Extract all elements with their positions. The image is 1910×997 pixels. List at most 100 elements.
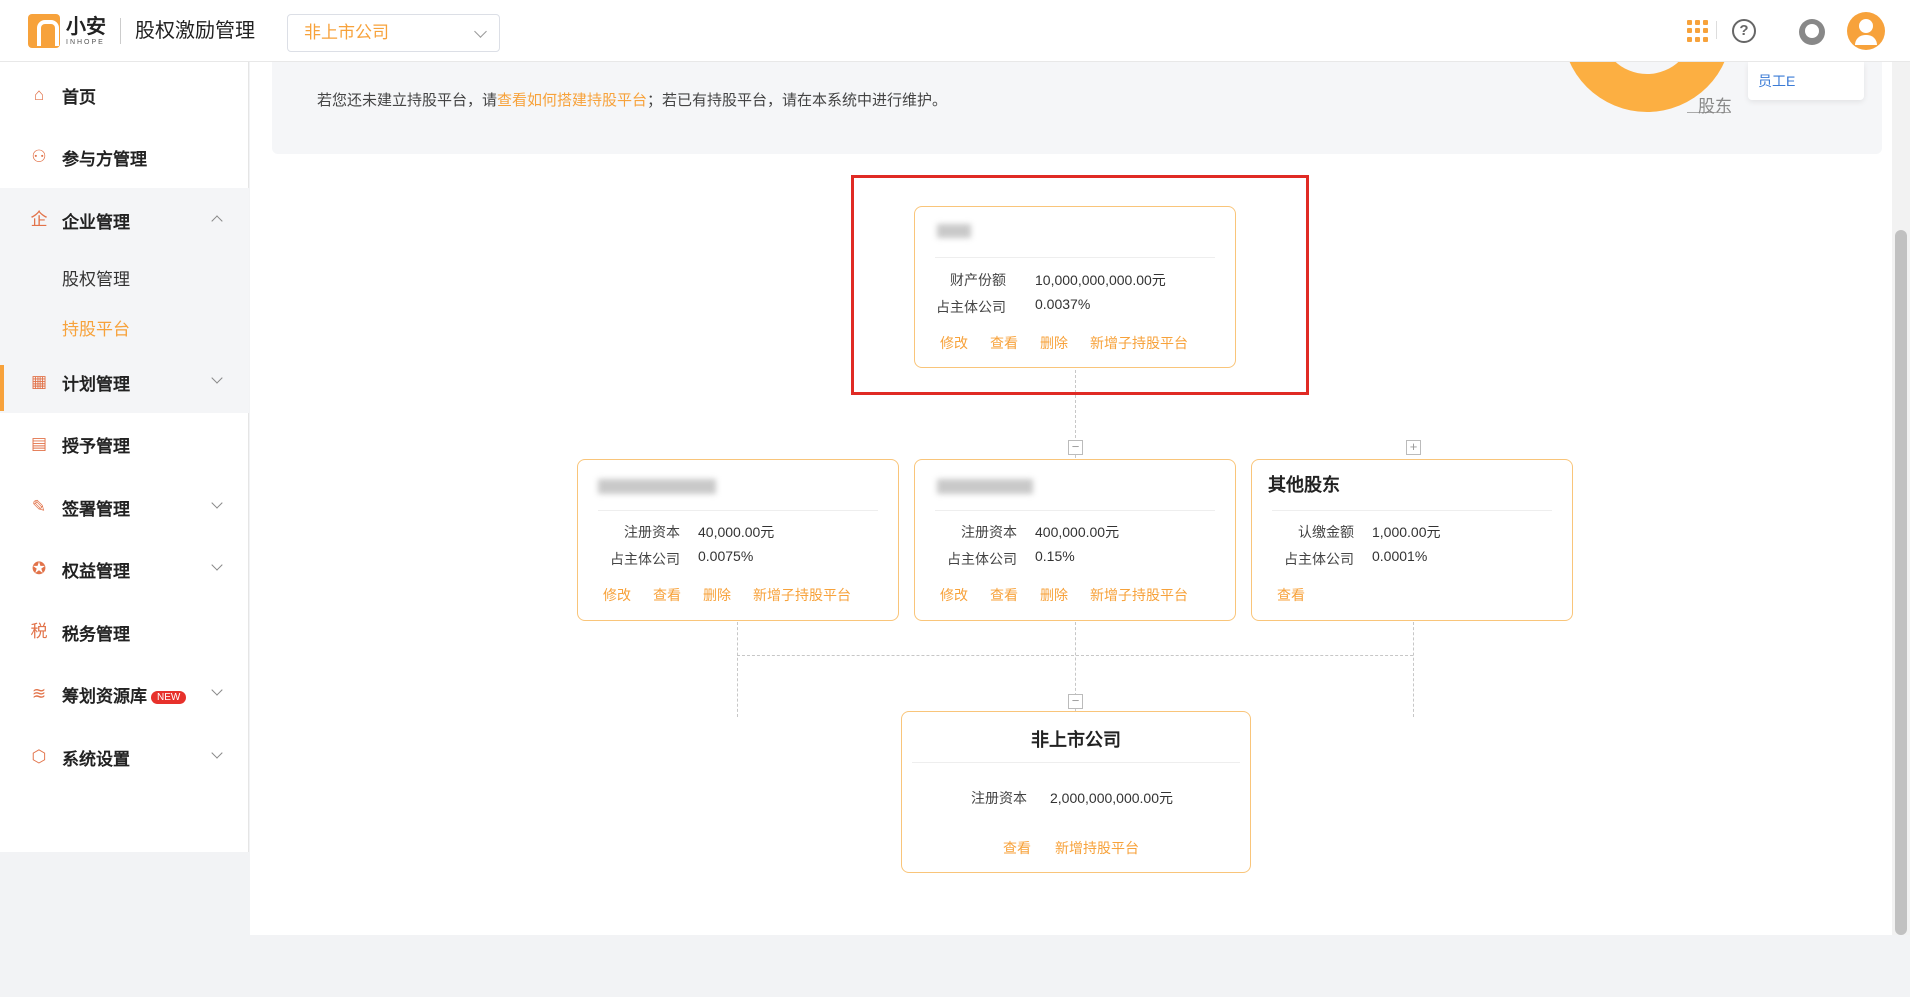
logo-subtext: INHOPE xyxy=(66,38,105,46)
sign-icon: ✎ xyxy=(31,497,47,516)
field-value: 0.15% xyxy=(1035,548,1075,564)
system-title: 股权激励管理 xyxy=(120,18,255,44)
plan-icon: ▦ xyxy=(30,372,48,391)
platform-card: 注册资本 40,000.00元 占主体公司 0.0075% 修改 查看 删除 新… xyxy=(577,459,899,621)
sidebar-subitem-equity[interactable]: 股权管理 xyxy=(62,265,130,290)
field-label: 占主体公司 xyxy=(947,551,1017,567)
platform-card: 注册资本 400,000.00元 占主体公司 0.15% 修改 查看 删除 新增… xyxy=(914,459,1236,621)
edit-button[interactable]: 修改 xyxy=(940,585,968,605)
sidebar-item-tax[interactable]: 税 税务管理 xyxy=(0,607,249,657)
help-icon[interactable]: ? xyxy=(1732,19,1756,43)
card-title: 其他股东 xyxy=(1268,475,1340,495)
add-platform-button[interactable]: 新增持股平台 xyxy=(1055,838,1139,858)
card-title: 非上市公司 xyxy=(1031,730,1121,750)
field-value: 40,000.00元 xyxy=(698,524,775,540)
sidebar-item-label: 系统设置 xyxy=(62,749,130,769)
sidebar-item-label: 授予管理 xyxy=(62,436,130,456)
connector xyxy=(1413,622,1414,717)
delete-button[interactable]: 删除 xyxy=(1040,585,1068,605)
collapse-toggle-icon[interactable]: − xyxy=(1068,440,1083,455)
customer-service-icon[interactable] xyxy=(1799,19,1825,45)
sidebar-subitem-holding-platform[interactable]: 持股平台 xyxy=(62,315,130,340)
grant-icon: ▤ xyxy=(30,434,48,453)
chart-tooltip: 员工E xyxy=(1748,62,1864,100)
sidebar-item-sign[interactable]: ✎ 签署管理 xyxy=(0,482,249,532)
notice-panel: 若您还未建立持股平台，请查看如何搭建持股平台；若已有持股平台，请在本系统中进行维… xyxy=(272,0,1882,154)
field-value: 0.0075% xyxy=(698,548,754,564)
sidebar-item-text: 筹划资源库 xyxy=(62,686,147,706)
chevron-down-icon xyxy=(211,372,223,384)
scrollbar-thumb[interactable] xyxy=(1895,230,1907,935)
field-value: 0.0001% xyxy=(1372,548,1428,564)
edit-button[interactable]: 修改 xyxy=(603,585,631,605)
sidebar-item-label: 企业管理 xyxy=(62,212,130,232)
highlight-box xyxy=(851,175,1309,395)
card-actions: 修改 查看 删除 新增子持股平台 xyxy=(940,585,1188,605)
field-label: 注册资本 xyxy=(971,790,1027,806)
card-divider xyxy=(935,510,1215,511)
collapse-toggle-icon[interactable]: − xyxy=(1068,694,1083,709)
add-sub-platform-button[interactable]: 新增子持股平台 xyxy=(1090,585,1188,605)
field-label: 占主体公司 xyxy=(1284,551,1354,567)
home-icon: ⌂ xyxy=(33,85,45,104)
logo-icon xyxy=(28,14,60,48)
view-button[interactable]: 查看 xyxy=(1277,585,1305,605)
add-sub-platform-button[interactable]: 新增子持股平台 xyxy=(753,585,851,605)
apps-grid-icon[interactable] xyxy=(1687,20,1709,42)
view-button[interactable]: 查看 xyxy=(653,585,681,605)
how-to-build-platform-link[interactable]: 查看如何搭建持股平台 xyxy=(497,92,647,109)
view-button[interactable]: 查看 xyxy=(1003,838,1031,858)
sidebar-item-participants[interactable]: ⚇ 参与方管理 xyxy=(0,132,249,182)
sidebar-item-label: 计划管理 xyxy=(62,374,130,394)
notice-text-after: ；若已有持股平台，请在本系统中进行维护。 xyxy=(647,92,948,109)
sidebar-item-label: 签署管理 xyxy=(62,499,130,519)
view-button[interactable]: 查看 xyxy=(990,585,1018,605)
sidebar-item-label: 税务管理 xyxy=(62,624,130,644)
card-actions: 修改 查看 删除 新增子持股平台 xyxy=(603,585,851,605)
chevron-down-icon xyxy=(211,497,223,509)
card-divider xyxy=(598,510,878,511)
expand-toggle-icon[interactable]: + xyxy=(1406,440,1421,455)
company-select[interactable]: 非上市公司 xyxy=(287,14,500,52)
chevron-down-icon xyxy=(211,684,223,696)
field-value: 1,000.00元 xyxy=(1372,524,1441,540)
sidebar-item-equity-rights[interactable]: ✪ 权益管理 xyxy=(0,544,249,594)
divider xyxy=(1716,21,1717,39)
sidebar-footer-area xyxy=(0,852,249,997)
redacted-name xyxy=(937,479,1033,494)
card-actions: 查看 xyxy=(1277,585,1305,605)
sidebar-item-settings[interactable]: ⬡ 系统设置 xyxy=(0,732,249,782)
field-value: 400,000.00元 xyxy=(1035,524,1120,540)
users-icon: ⚇ xyxy=(31,147,47,166)
settings-icon: ⬡ xyxy=(31,747,47,766)
logo[interactable]: 小安 INHOPE xyxy=(28,14,106,48)
company-select-value: 非上市公司 xyxy=(304,23,389,42)
field-label: 占主体公司 xyxy=(610,551,680,567)
donut-label: 股东 xyxy=(1698,97,1732,116)
legend-item: 员工E xyxy=(1758,73,1796,89)
sidebar-item-label: 筹划资源库 NEW xyxy=(62,682,187,707)
sidebar-item-plan[interactable]: ▦ 计划管理 xyxy=(0,357,249,407)
sidebar-item-label: 权益管理 xyxy=(62,561,130,581)
user-avatar-icon[interactable] xyxy=(1847,12,1885,50)
sidebar-item-home[interactable]: ⌂ 首页 xyxy=(0,70,249,120)
equity-icon: ✪ xyxy=(31,559,47,578)
field-label: 注册资本 xyxy=(961,524,1017,540)
tax-icon: 税 xyxy=(30,622,48,641)
redacted-name xyxy=(598,479,716,494)
notice-text: 若您还未建立持股平台，请查看如何搭建持股平台；若已有持股平台，请在本系统中进行维… xyxy=(317,89,947,110)
field-value: 2,000,000,000.00元 xyxy=(1050,790,1173,806)
sidebar-item-grant[interactable]: ▤ 授予管理 xyxy=(0,419,249,469)
sidebar-item-label: 首页 xyxy=(62,87,96,107)
chevron-down-icon xyxy=(474,25,487,38)
delete-button[interactable]: 删除 xyxy=(703,585,731,605)
top-bar: 小安 INHOPE 股权激励管理 非上市公司 ? xyxy=(0,0,1910,62)
card-divider xyxy=(912,762,1240,763)
sidebar-item-resources[interactable]: ≋ 筹划资源库 NEW xyxy=(0,669,249,719)
sidebar-item-enterprise[interactable]: 企 企业管理 xyxy=(0,195,249,245)
field-label: 认缴金额 xyxy=(1298,524,1354,540)
connector xyxy=(737,622,738,717)
main-content: 若您还未建立持股平台，请查看如何搭建持股平台；若已有持股平台，请在本系统中进行维… xyxy=(250,0,1910,935)
sidebar: ⌂ 首页 ⚇ 参与方管理 企 企业管理 股权管理 持股平台 ▦ 计划管理 ▤ 授… xyxy=(0,62,249,997)
sidebar-item-label: 参与方管理 xyxy=(62,149,147,169)
